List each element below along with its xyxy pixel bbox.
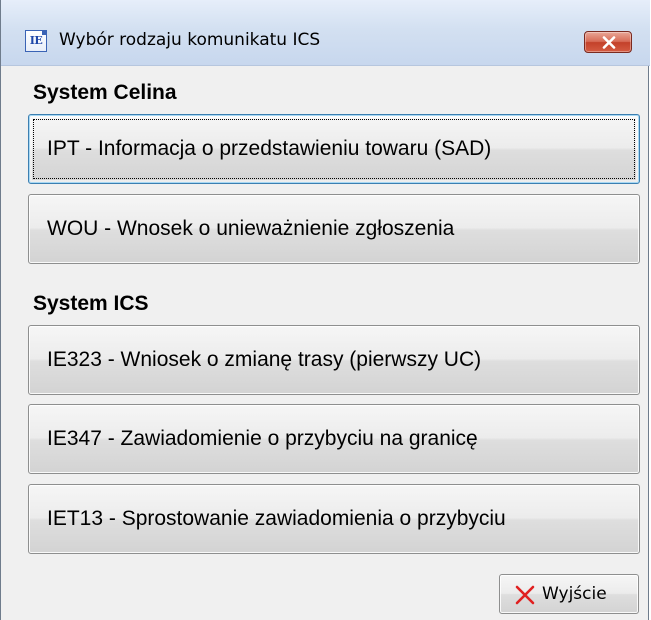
dialog-window: IE Wybór rodzaju komunikatu ICS System C… <box>0 0 650 620</box>
red-x-icon <box>515 585 535 605</box>
exit-button[interactable]: Wyjście <box>499 574 639 614</box>
iet13-button[interactable]: IET13 - Sprostowanie zawiadomienia o prz… <box>28 484 640 554</box>
ie347-button[interactable]: IE347 - Zawiadomienie o przybyciu na gra… <box>28 404 640 474</box>
ie-document-icon: IE <box>25 30 47 52</box>
title-bar[interactable]: IE Wybór rodzaju komunikatu ICS <box>1 0 650 66</box>
close-button[interactable] <box>584 31 632 53</box>
close-icon <box>602 36 616 49</box>
section-heading-ics: System ICS <box>33 292 149 315</box>
wou-button[interactable]: WOU - Wnosek o unieważnienie zgłoszenia <box>28 194 640 264</box>
iet13-button-label: IET13 - Sprostowanie zawiadomienia o prz… <box>47 507 506 530</box>
ie323-button-label: IE323 - Wniosek o zmianę trasy (pierwszy… <box>47 348 482 371</box>
section-heading-celina: System Celina <box>33 81 177 104</box>
ie323-button[interactable]: IE323 - Wniosek o zmianę trasy (pierwszy… <box>28 325 640 395</box>
ipt-button-label: IPT - Informacja o przedstawieniu towaru… <box>47 137 492 160</box>
window-title: Wybór rodzaju komunikatu ICS <box>59 30 321 50</box>
ie347-button-label: IE347 - Zawiadomienie o przybyciu na gra… <box>47 427 478 450</box>
exit-button-label: Wyjście <box>542 584 607 604</box>
wou-button-label: WOU - Wnosek o unieważnienie zgłoszenia <box>47 217 455 240</box>
ipt-button[interactable]: IPT - Informacja o przedstawieniu towaru… <box>28 114 640 184</box>
